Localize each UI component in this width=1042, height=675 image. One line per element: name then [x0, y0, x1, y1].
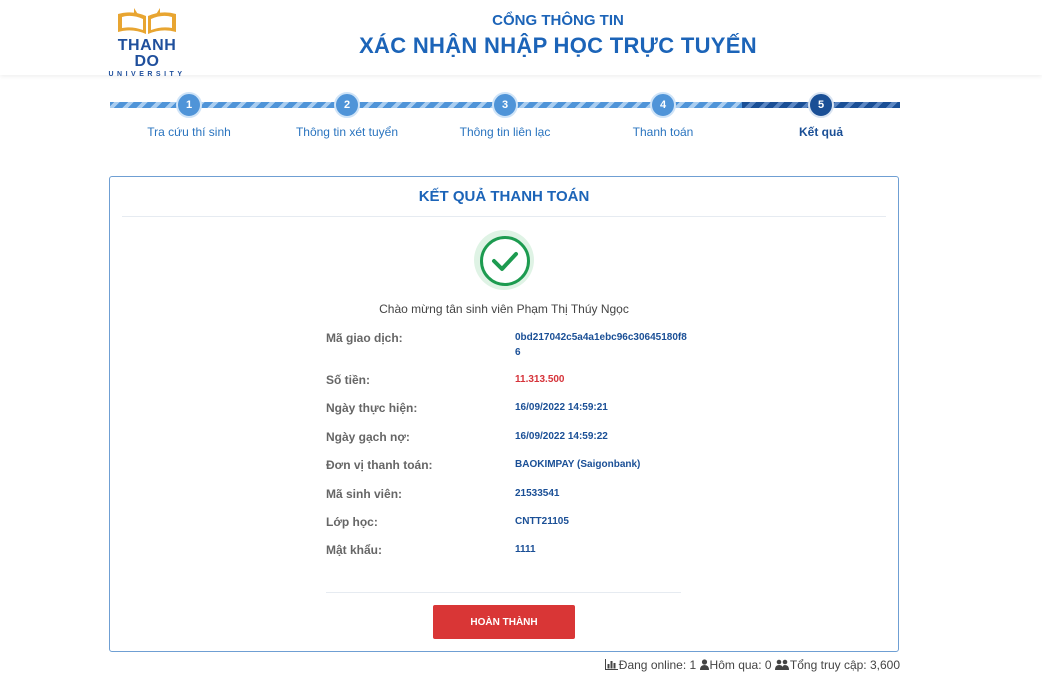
step-4-payment[interactable]: 4 Thanh toán — [584, 92, 742, 139]
divider — [122, 216, 886, 217]
info-label: Lớp học: — [326, 515, 378, 529]
welcome-message: Chào mừng tân sinh viên Phạm Thị Thúy Ng… — [379, 302, 629, 316]
info-label: Mật khẩu: — [326, 543, 383, 557]
user-icon — [699, 659, 709, 673]
info-label: Ngày thực hiện: — [326, 401, 418, 415]
debt-cleared-date-value: 16/09/2022 14:59:22 — [515, 431, 608, 442]
step-label: Thanh toán — [632, 125, 694, 139]
info-label: Đơn vị thanh toán: — [326, 458, 433, 472]
total-visits: Tổng truy cập: 3,600 — [789, 658, 900, 672]
progress-stepper: 1 Tra cứu thí sinh 2 Thông tin xét tuyển… — [110, 92, 900, 152]
card-title: KẾT QUẢ THANH TOÁN — [418, 188, 590, 205]
step-number: 4 — [650, 92, 676, 118]
logo-wordmark: THANH DO — [117, 37, 177, 70]
info-label: Ngày gạch nợ: — [326, 430, 410, 444]
info-label: Mã giao dịch: — [326, 331, 403, 345]
online-count: Đang online: 1 — [618, 658, 697, 672]
transaction-id-value: 0bd217042c5a4a1ebc96c30645180f86 — [515, 332, 687, 358]
step-label: Kết quả — [798, 125, 843, 139]
step-number: 1 — [176, 92, 202, 118]
amount-value: 11.313.500 — [515, 374, 565, 385]
info-label: Mã sinh viên: — [326, 487, 403, 501]
step-1-lookup[interactable]: 1 Tra cứu thí sinh — [110, 92, 268, 139]
logo-tagline: UNIVERSITY — [108, 71, 186, 78]
step-number: 2 — [334, 92, 360, 118]
step-5-result[interactable]: 5 Kết quả — [742, 92, 900, 139]
success-check-icon — [474, 230, 534, 290]
users-icon — [774, 659, 789, 673]
student-id-value: 21533541 — [515, 488, 560, 499]
step-number: 3 — [492, 92, 518, 118]
payment-result-card: KẾT QUẢ THANH TOÁN Chào mừng tân sinh vi… — [109, 176, 899, 652]
portal-subtitle: CỔNG THÔNG TIN — [492, 12, 624, 29]
site-header: THANH DO UNIVERSITY CỔNG THÔNG TIN XÁC N… — [0, 0, 1042, 78]
bar-chart-icon — [604, 659, 618, 673]
password-value: 1111 — [515, 544, 536, 555]
thanh-do-university-logo[interactable]: THANH DO UNIVERSITY — [104, 8, 190, 78]
open-book-icon — [118, 8, 176, 34]
step-number: 5 — [808, 92, 834, 118]
visitor-stats: Đang online: 1 Hôm qua: 0 Tổng truy cập:… — [604, 658, 900, 673]
step-3-contact-info[interactable]: 3 Thông tin liên lạc — [426, 92, 584, 139]
page-title: XÁC NHẬN NHẬP HỌC TRỰC TUYẾN — [359, 33, 757, 58]
finish-button[interactable]: HOÀN THÀNH — [433, 605, 575, 639]
yesterday-count: Hôm qua: 0 — [709, 658, 772, 672]
execution-date-value: 16/09/2022 14:59:21 — [515, 402, 608, 413]
class-value: CNTT21105 — [515, 516, 569, 527]
info-label: Số tiền: — [326, 373, 370, 387]
divider — [326, 592, 681, 593]
step-label: Thông tin liên lạc — [459, 125, 551, 139]
step-2-admission-info[interactable]: 2 Thông tin xét tuyển — [268, 92, 426, 139]
payment-provider-value: BAOKIMPAY (Saigonbank) — [515, 459, 641, 470]
step-label: Thông tin xét tuyển — [295, 125, 399, 139]
step-label: Tra cứu thí sinh — [147, 125, 231, 139]
